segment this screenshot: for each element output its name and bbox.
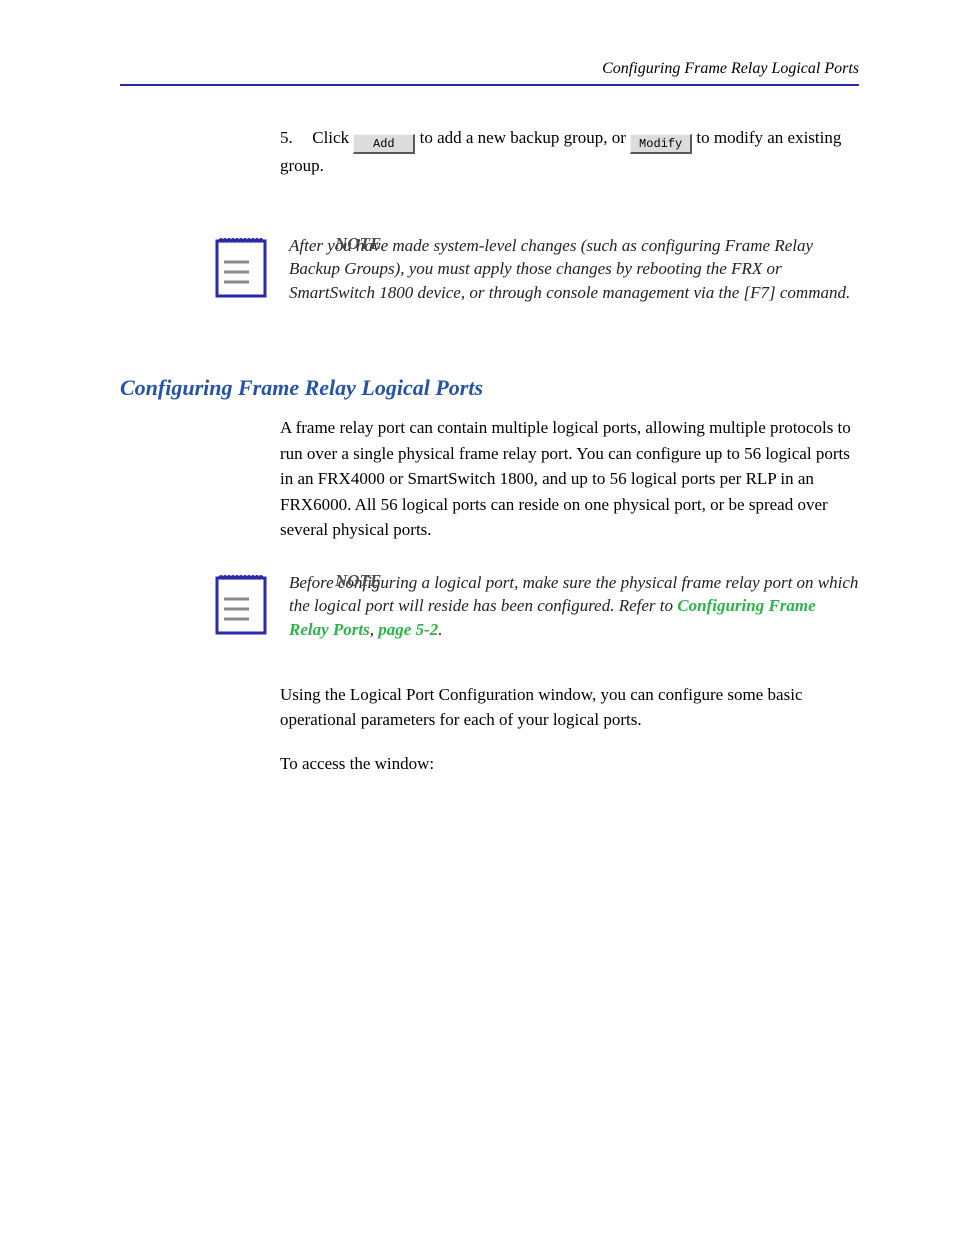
note-label: NOTE <box>335 571 381 591</box>
body-paragraph-1: A frame relay port can contain multiple … <box>280 415 859 543</box>
section-heading: Configuring Frame Relay Logical Ports <box>120 375 859 401</box>
step-5: 5. Click Add to add a new backup group, … <box>280 126 859 179</box>
notepad-icon <box>215 234 267 298</box>
notepad-icon <box>215 571 267 635</box>
body-paragraph-2: Using the Logical Port Configuration win… <box>280 682 859 733</box>
note-2-after-page: . <box>438 620 442 639</box>
note-2-after-link: , <box>370 620 379 639</box>
step-text-mid: to add a new backup group, or <box>420 128 631 147</box>
running-head: Configuring Frame Relay Logical Ports <box>120 60 859 78</box>
note-label: NOTE <box>335 234 381 254</box>
modify-button[interactable]: Modify <box>630 134 692 154</box>
header-rule <box>120 84 859 86</box>
step-number: 5. <box>280 126 308 151</box>
step-text-pre: Click <box>312 128 353 147</box>
add-button[interactable]: Add <box>353 134 415 154</box>
body-paragraph-3: To access the window: <box>280 751 859 777</box>
xref-page[interactable]: page 5-2 <box>378 620 438 639</box>
